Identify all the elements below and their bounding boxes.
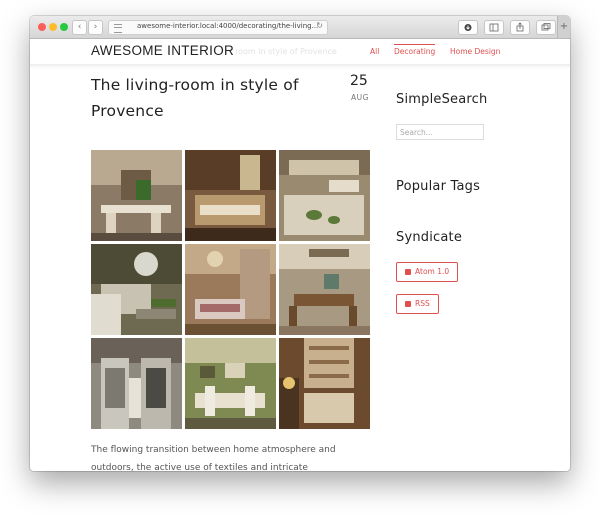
nav-decorating[interactable]: Decorating [394,44,436,56]
minimize-window-button[interactable] [49,23,57,31]
zoom-window-button[interactable] [60,23,68,31]
gallery-image-kitchen-table[interactable] [185,150,276,241]
sidebar-tags-heading: Popular Tags [396,179,481,194]
post-date-month: AUG [351,93,369,102]
forward-button[interactable]: › [88,20,103,35]
site-header: AWESOME INTERIOR room in style of Proven… [30,39,570,65]
browser-toolbar: ‹ › awesome-interior.local:4000/decorati… [30,16,570,39]
gallery-image-french-doors[interactable] [91,338,182,429]
gallery-image-dining-chandelier[interactable] [185,244,276,335]
reload-icon[interactable]: ↻ [316,21,323,30]
gallery-image-kitchen-cabinets[interactable] [279,338,370,429]
share-button[interactable] [510,20,530,35]
rss-feed-label: RSS [415,299,430,308]
address-bar[interactable]: awesome-interior.local:4000/decorating/t… [108,20,328,35]
sidebar-syndicate-heading: Syndicate [396,230,463,245]
reader-icon[interactable] [114,24,122,33]
nav-all[interactable]: All [370,47,379,56]
site-brand[interactable]: AWESOME INTERIOR [91,43,234,58]
gallery-image-green-dining[interactable] [185,338,276,429]
header-page-title: room in style of Provence [235,47,337,56]
gallery-image-rustic-dining[interactable] [279,244,370,335]
search-input[interactable]: Search... [396,124,484,140]
tabs-overview-button[interactable] [536,20,556,35]
browser-window: ‹ › awesome-interior.local:4000/decorati… [30,16,570,471]
post-title: The living-room in style of Provence [91,76,299,120]
post-body: The flowing transition between home atmo… [91,445,336,471]
rss-feed-button[interactable]: RSS [396,294,439,314]
atom-feed-label: Atom 1.0 [415,267,450,276]
photo-gallery [91,150,371,430]
gallery-image-living-room[interactable] [91,244,182,335]
gallery-image-sink[interactable] [279,150,370,241]
url-text: awesome-interior.local:4000/decorating/t… [137,22,319,30]
web-page: AWESOME INTERIOR room in style of Proven… [30,39,570,471]
sidebar-toggle-button[interactable] [484,20,504,35]
new-tab-button[interactable]: + [557,16,570,38]
rss-icon [405,300,411,307]
close-window-button[interactable] [38,23,46,31]
nav-home-design[interactable]: Home Design [450,47,500,56]
atom-feed-button[interactable]: Atom 1.0 [396,262,459,282]
downloads-button[interactable] [458,20,478,35]
sidebar-search-heading: SimpleSearch [396,92,488,107]
post-date-day: 25 [350,73,368,89]
back-button[interactable]: ‹ [72,20,87,35]
rss-icon [405,268,411,275]
gallery-image-dining-room[interactable] [91,150,182,241]
